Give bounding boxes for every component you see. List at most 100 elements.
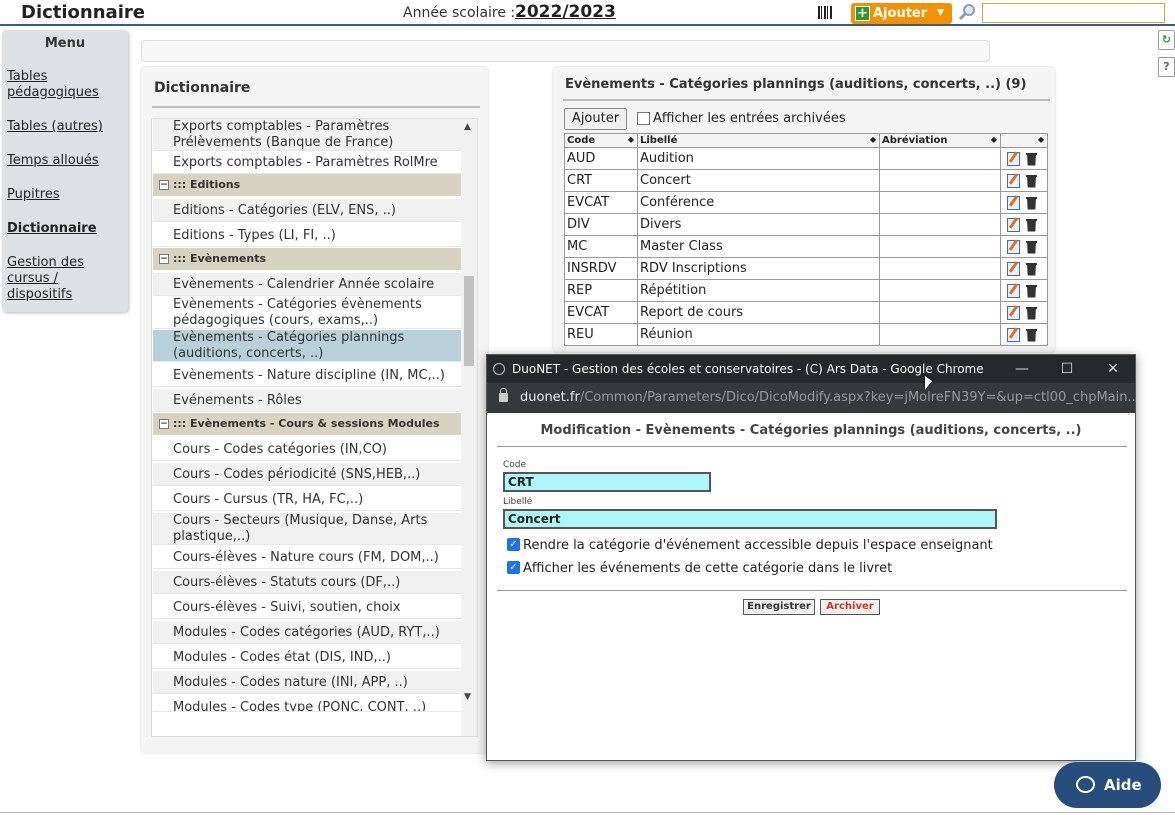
search-input[interactable] <box>982 3 1165 23</box>
column-header-actions[interactable]: ◆ <box>1000 133 1048 148</box>
list-item[interactable]: Evènements - Calendrier Année scolaire <box>153 273 461 296</box>
list-item[interactable]: Editions - Types (LI, FI, ..) <box>153 224 461 247</box>
teacher-access-checkbox[interactable]: ✓ <box>507 538 520 551</box>
table-cell-abbr <box>879 301 1001 324</box>
list-item[interactable]: Modules - Codes nature (INI, APP, ..) <box>153 671 461 694</box>
edit-icon[interactable] <box>1007 305 1020 320</box>
trash-icon[interactable] <box>1026 196 1037 210</box>
table-row[interactable]: INSRDV RDV Inscriptions <box>564 257 1048 280</box>
collapse-icon[interactable]: − <box>159 419 169 429</box>
table-cell-abbr <box>879 169 1001 192</box>
list-item[interactable]: Cours-élèves - Statuts cours (DF,..) <box>153 571 461 594</box>
edit-icon[interactable] <box>1007 217 1020 232</box>
scrollbar[interactable]: ▲ ▼ <box>461 119 477 736</box>
table-cell-label: Conférence <box>637 191 880 214</box>
trash-icon[interactable] <box>1026 240 1037 254</box>
column-header-abreviation[interactable]: Abréviation ◆ <box>879 133 1001 148</box>
school-year-label: Année scolaire : <box>403 5 516 21</box>
menu-item-pupitres[interactable]: Pupitres <box>7 187 60 203</box>
row-actions <box>1000 235 1048 258</box>
group-header-editions[interactable]: −::: Editions <box>153 174 461 196</box>
trash-icon[interactable] <box>1026 174 1037 188</box>
list-item[interactable]: Modules - Codes type (PONC, CONT, ..) <box>153 696 461 712</box>
list-item[interactable]: Evènements - Catégories évènements pédag… <box>153 297 461 329</box>
edit-icon[interactable] <box>1007 239 1020 254</box>
booklet-display-checkbox[interactable]: ✓ <box>507 561 520 574</box>
edit-icon[interactable] <box>1007 261 1020 276</box>
maximize-icon[interactable]: ☐ <box>1047 355 1087 383</box>
list-item[interactable]: Editions - Catégories (ELV, ENS, ..) <box>153 199 461 222</box>
edit-icon[interactable] <box>1007 173 1020 188</box>
menu-item-gestion-cursus[interactable]: Gestion des cursus / dispositifs <box>7 255 97 303</box>
divider <box>0 812 1175 813</box>
archive-button[interactable]: Archiver <box>820 599 880 615</box>
list-item[interactable]: Modules - Codes état (DIS, IND,..) <box>153 646 461 669</box>
edit-icon[interactable] <box>1007 151 1020 166</box>
table-row[interactable]: EVCAT Report de cours <box>564 301 1048 324</box>
list-item[interactable]: Evènements - Nature discipline (IN, MC,.… <box>153 364 461 387</box>
list-item[interactable]: Cours - Secteurs (Musique, Danse, Arts p… <box>153 513 461 545</box>
list-item[interactable]: Cours - Cursus (TR, HA, FC,..) <box>153 488 461 511</box>
refresh-icon[interactable]: ↻ <box>1158 30 1175 50</box>
table-row[interactable]: REP Répétition <box>564 279 1048 302</box>
table-cell-abbr <box>879 213 1001 236</box>
table-row[interactable]: EVCAT Conférence <box>564 191 1048 214</box>
scroll-up-icon[interactable]: ▲ <box>464 122 471 132</box>
group-header-cours-sessions[interactable]: −::: Evènements - Cours & sessions Modul… <box>153 413 461 435</box>
mouse-cursor-icon <box>925 376 932 390</box>
code-field[interactable]: CRT <box>503 472 711 492</box>
search-icon[interactable] <box>958 3 976 21</box>
table-row[interactable]: CRT Concert <box>564 169 1048 192</box>
trash-icon[interactable] <box>1026 262 1037 276</box>
list-item[interactable]: Cours-élèves - Suivi, soutien, choix <box>153 596 461 619</box>
add-button[interactable]: + Ajouter ▼ <box>851 3 952 24</box>
edit-icon[interactable] <box>1007 283 1020 298</box>
table-row[interactable]: MC Master Class <box>564 235 1048 258</box>
group-header-evenements[interactable]: −::: Evènements <box>153 248 461 270</box>
trash-icon[interactable] <box>1026 152 1037 166</box>
help-chat-button[interactable]: Aide <box>1054 762 1161 808</box>
edit-icon[interactable] <box>1007 195 1020 210</box>
scroll-down-icon[interactable]: ▼ <box>464 692 471 702</box>
list-item[interactable]: Modules - Codes catégories (AUD, RYT,..) <box>153 621 461 644</box>
trash-icon[interactable] <box>1026 218 1037 232</box>
menu-item-temps-alloues[interactable]: Temps alloués <box>7 153 99 169</box>
add-entry-button[interactable]: Ajouter <box>564 108 627 130</box>
close-icon[interactable]: ✕ <box>1093 355 1133 383</box>
collapse-icon[interactable]: − <box>159 254 169 264</box>
list-item[interactable]: Cours - Codes catégories (IN,CO) <box>153 438 461 461</box>
list-item[interactable]: Exports comptables - Paramètres RolMre <box>153 152 461 174</box>
trash-icon[interactable] <box>1026 328 1037 342</box>
url-bar[interactable]: duonet.fr/Common/Parameters/Dico/DicoMod… <box>487 383 1135 413</box>
table-row[interactable]: AUD Audition <box>564 147 1048 170</box>
column-header-code[interactable]: Code ◆ <box>564 133 638 148</box>
sort-icon: ◆ <box>869 135 876 144</box>
menu-item-tables-autres[interactable]: Tables (autres) <box>7 119 103 135</box>
table-row[interactable]: DIV Divers <box>564 213 1048 236</box>
edit-icon[interactable] <box>1007 327 1020 342</box>
table-cell-code: DIV <box>564 213 638 236</box>
trash-icon[interactable] <box>1026 306 1037 320</box>
divider <box>563 99 1050 101</box>
list-item[interactable]: Evénements - Rôles <box>153 389 461 412</box>
scroll-thumb[interactable] <box>464 276 474 366</box>
list-item[interactable]: Cours - Codes périodicité (SNS,HEB,..) <box>153 463 461 486</box>
help-icon[interactable]: ? <box>1158 57 1175 77</box>
minimize-icon[interactable]: — <box>1002 355 1042 383</box>
menu-item-tables-pedagogiques[interactable]: Tables pédagogiques <box>7 69 117 101</box>
list-item[interactable]: Cours-élèves - Nature cours (FM, DOM,..) <box>153 546 461 569</box>
menu-item-dictionnaire[interactable]: Dictionnaire <box>7 221 97 237</box>
column-header-libelle[interactable]: Libellé ◆ <box>637 133 880 148</box>
save-button[interactable]: Enregistrer <box>743 599 815 615</box>
show-archived-checkbox[interactable] <box>637 112 650 125</box>
events-panel: Evènements - Catégories plannings (audit… <box>553 67 1055 352</box>
list-item[interactable]: Exports comptables - Paramètres Prélèvem… <box>153 119 461 151</box>
libelle-field[interactable]: Concert <box>503 509 997 529</box>
school-year-value[interactable]: 2022/2023 <box>515 2 616 22</box>
barcode-icon[interactable] <box>818 6 832 19</box>
table-row[interactable]: REU Réunion <box>564 323 1048 346</box>
trash-icon[interactable] <box>1026 284 1037 298</box>
list-item-selected[interactable]: Evènements - Catégories plannings (audit… <box>153 330 461 362</box>
collapse-icon[interactable]: − <box>159 180 169 190</box>
table-cell-abbr <box>879 147 1001 170</box>
